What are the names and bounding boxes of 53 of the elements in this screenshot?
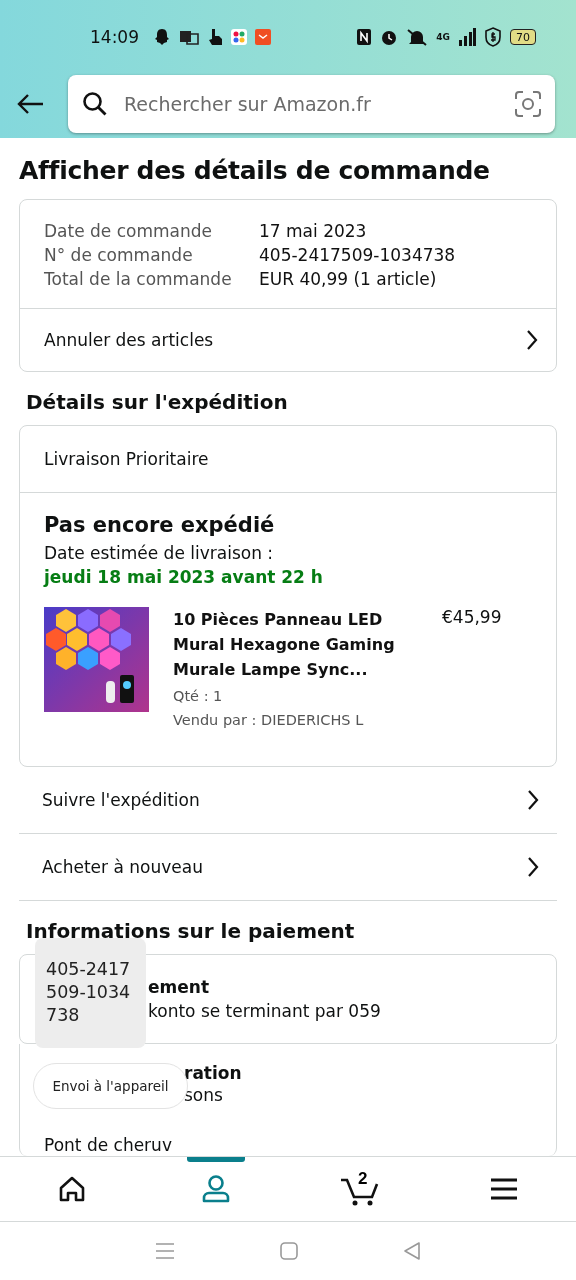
signal-icon (458, 28, 476, 46)
field-label: Total de la commande (44, 268, 233, 290)
quantity: Qté : 1 (173, 687, 224, 706)
cart-count: 2 (358, 1169, 368, 1189)
seller: Vendu par : DIEDERICHS L (173, 711, 365, 730)
row-label: Annuler des articles (44, 330, 214, 350)
payment-method-title: ement (148, 976, 210, 999)
battery-icon: 70 (510, 29, 536, 45)
estimate-label: Date estimée de livraison : (44, 543, 275, 563)
status-time: 14:09 (90, 27, 139, 47)
search-bar[interactable]: Rechercher sur Amazon.fr (68, 75, 555, 133)
order-number-tooltip: 405-2417509-1034738 (35, 938, 146, 1048)
delivery-date: jeudi 18 mai 2023 avant 22 h (44, 567, 324, 587)
nfc-icon (356, 28, 373, 46)
page-title: Afficher des détails de commande (19, 156, 491, 185)
field-label: N° de commande (44, 244, 194, 266)
bell-off-icon (406, 28, 429, 46)
camera-scan-icon[interactable] (515, 91, 541, 117)
product-price: €45,99 (442, 607, 502, 629)
back-icon[interactable] (403, 1242, 421, 1260)
cancel-items-row[interactable]: Annuler des articles (20, 308, 556, 371)
home-icon (58, 1176, 86, 1202)
product-title[interactable]: 10 Pièces Panneau LED Mural Hexagone Gaming Murale Lampe Sync... (173, 607, 418, 682)
shipment-status: Pas encore expédié (44, 513, 276, 537)
selected-indicator (187, 1157, 245, 1162)
back-arrow-icon[interactable] (16, 93, 44, 115)
field-value: 17 mai 2023 (259, 220, 368, 242)
action-row[interactable]: Acheter à nouveau (19, 834, 557, 901)
search-icon (82, 91, 108, 117)
home-button-icon[interactable] (280, 1242, 298, 1260)
action-row[interactable]: Suivre l'expédition (19, 767, 557, 834)
app-icon (231, 29, 247, 45)
section-heading: Détails sur l'expédition (25, 389, 289, 416)
row-label: Suivre l'expédition (42, 790, 200, 810)
hand-icon (207, 28, 223, 46)
address-line: Pont de cheruv (44, 1134, 173, 1156)
chevron-right-icon (526, 329, 538, 351)
field-label: Date de commande (44, 220, 213, 242)
network-label: 4G (436, 32, 450, 42)
search-field[interactable]: Rechercher sur Amazon.fr (122, 92, 501, 116)
field-value: 405-2417509-1034738 (259, 244, 457, 266)
person-icon (201, 1174, 231, 1204)
delivery-method: Livraison Prioritaire (44, 449, 209, 469)
ghost-icon (153, 28, 171, 46)
shield-icon (484, 27, 502, 47)
alarm-icon (380, 28, 399, 46)
nav-tab[interactable]: 2 (288, 1157, 432, 1221)
payment-method-detail: konto se terminant par 059 (148, 1000, 382, 1023)
row-label: Acheter à nouveau (42, 857, 203, 877)
chevron-right-icon (527, 856, 539, 878)
menu-icon (490, 1178, 518, 1200)
chevron-right-icon (527, 789, 539, 811)
field-value: EUR 40,99 (1 article) (259, 268, 438, 290)
